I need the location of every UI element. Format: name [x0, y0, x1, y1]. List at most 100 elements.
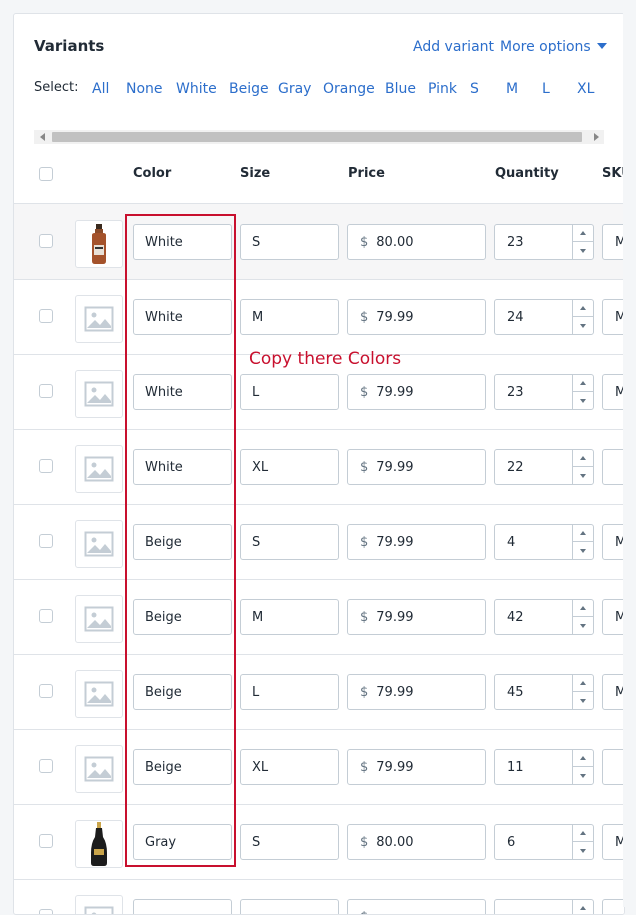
variant-image[interactable] [75, 895, 123, 915]
size-input[interactable]: L [240, 374, 339, 410]
sku-input[interactable] [602, 449, 625, 485]
decrement-icon[interactable] [573, 317, 593, 334]
decrement-icon[interactable] [573, 842, 593, 859]
sku-input[interactable]: M [602, 374, 625, 410]
select-all[interactable]: All [92, 81, 109, 97]
row-checkbox[interactable] [39, 234, 53, 248]
decrement-icon[interactable] [573, 542, 593, 559]
size-input[interactable]: M [240, 599, 339, 635]
size-input[interactable]: S [240, 824, 339, 860]
scroll-right-icon[interactable] [588, 130, 604, 144]
increment-icon[interactable] [573, 750, 593, 767]
variant-image[interactable] [75, 520, 123, 568]
row-checkbox[interactable] [39, 459, 53, 473]
size-input[interactable]: XL [240, 749, 339, 785]
select-l[interactable]: L [542, 81, 550, 97]
variant-image[interactable] [75, 595, 123, 643]
sku-input[interactable]: M [602, 299, 625, 335]
row-checkbox[interactable] [39, 609, 53, 623]
increment-icon[interactable] [573, 300, 593, 317]
price-input[interactable]: $79.99 [347, 524, 486, 560]
row-checkbox[interactable] [39, 309, 53, 323]
color-input[interactable]: White [133, 449, 232, 485]
decrement-icon[interactable] [573, 692, 593, 709]
row-checkbox[interactable] [39, 759, 53, 773]
quantity-stepper[interactable]: 45 [494, 674, 594, 710]
increment-icon[interactable] [573, 825, 593, 842]
decrement-icon[interactable] [573, 242, 593, 259]
variant-image[interactable] [75, 820, 123, 868]
decrement-icon[interactable] [573, 767, 593, 784]
price-input[interactable]: $80.00 [347, 224, 486, 260]
color-input[interactable]: White [133, 299, 232, 335]
price-input[interactable]: $79.99 [347, 599, 486, 635]
increment-icon[interactable] [573, 600, 593, 617]
color-input[interactable]: Beige [133, 674, 232, 710]
color-input[interactable] [133, 899, 232, 915]
row-checkbox[interactable] [39, 684, 53, 698]
size-input[interactable]: L [240, 674, 339, 710]
price-input[interactable]: $79.99 [347, 674, 486, 710]
price-input[interactable]: $79.99 [347, 299, 486, 335]
add-variant-link[interactable]: Add variant [413, 39, 494, 55]
sku-input[interactable]: M [602, 674, 625, 710]
size-input[interactable]: S [240, 224, 339, 260]
color-input[interactable]: Beige [133, 749, 232, 785]
more-options-button[interactable]: More options [500, 39, 607, 55]
quantity-stepper[interactable]: 23 [494, 374, 594, 410]
quantity-stepper[interactable]: 24 [494, 299, 594, 335]
sku-input[interactable]: M [602, 824, 625, 860]
quantity-stepper[interactable]: 22 [494, 449, 594, 485]
color-input[interactable]: White [133, 224, 232, 260]
select-pink[interactable]: Pink [428, 81, 457, 97]
increment-icon[interactable] [573, 375, 593, 392]
decrement-icon[interactable] [573, 617, 593, 634]
quantity-stepper[interactable]: 42 [494, 599, 594, 635]
variant-image[interactable] [75, 295, 123, 343]
decrement-icon[interactable] [573, 392, 593, 409]
row-checkbox[interactable] [39, 384, 53, 398]
select-none[interactable]: None [126, 81, 163, 97]
scroll-left-icon[interactable] [34, 130, 50, 144]
price-input[interactable]: $79.99 [347, 749, 486, 785]
select-blue[interactable]: Blue [385, 81, 416, 97]
increment-icon[interactable] [573, 450, 593, 467]
select-all-checkbox[interactable] [39, 167, 53, 181]
sku-input[interactable]: M [602, 224, 625, 260]
select-beige[interactable]: Beige [229, 81, 269, 97]
sku-input[interactable]: M [602, 524, 625, 560]
increment-icon[interactable] [573, 225, 593, 242]
variant-image[interactable] [75, 445, 123, 493]
variant-image[interactable] [75, 220, 123, 268]
row-checkbox[interactable] [39, 534, 53, 548]
select-orange[interactable]: Orange [323, 81, 375, 97]
color-input[interactable]: White [133, 374, 232, 410]
sku-input[interactable] [602, 749, 625, 785]
increment-icon[interactable] [573, 900, 593, 915]
variant-image[interactable] [75, 370, 123, 418]
variant-image[interactable] [75, 670, 123, 718]
row-checkbox[interactable] [39, 909, 53, 915]
select-m[interactable]: M [506, 81, 518, 97]
color-input[interactable]: Gray [133, 824, 232, 860]
price-input[interactable]: $79.99 [347, 374, 486, 410]
select-s[interactable]: S [470, 81, 479, 97]
quantity-stepper[interactable]: 4 [494, 524, 594, 560]
price-input[interactable]: $80.00 [347, 824, 486, 860]
increment-icon[interactable] [573, 675, 593, 692]
price-input[interactable]: $ [347, 899, 486, 915]
color-input[interactable]: Beige [133, 599, 232, 635]
size-input[interactable]: M [240, 299, 339, 335]
select-white[interactable]: White [176, 81, 217, 97]
row-checkbox[interactable] [39, 834, 53, 848]
color-input[interactable]: Beige [133, 524, 232, 560]
sku-input[interactable]: M [602, 599, 625, 635]
quantity-stepper[interactable]: 11 [494, 749, 594, 785]
size-input[interactable] [240, 899, 339, 915]
price-input[interactable]: $79.99 [347, 449, 486, 485]
quantity-stepper[interactable]: 23 [494, 224, 594, 260]
variant-image[interactable] [75, 745, 123, 793]
select-gray[interactable]: Gray [278, 81, 311, 97]
decrement-icon[interactable] [573, 467, 593, 484]
scrollbar-thumb[interactable] [52, 132, 582, 142]
